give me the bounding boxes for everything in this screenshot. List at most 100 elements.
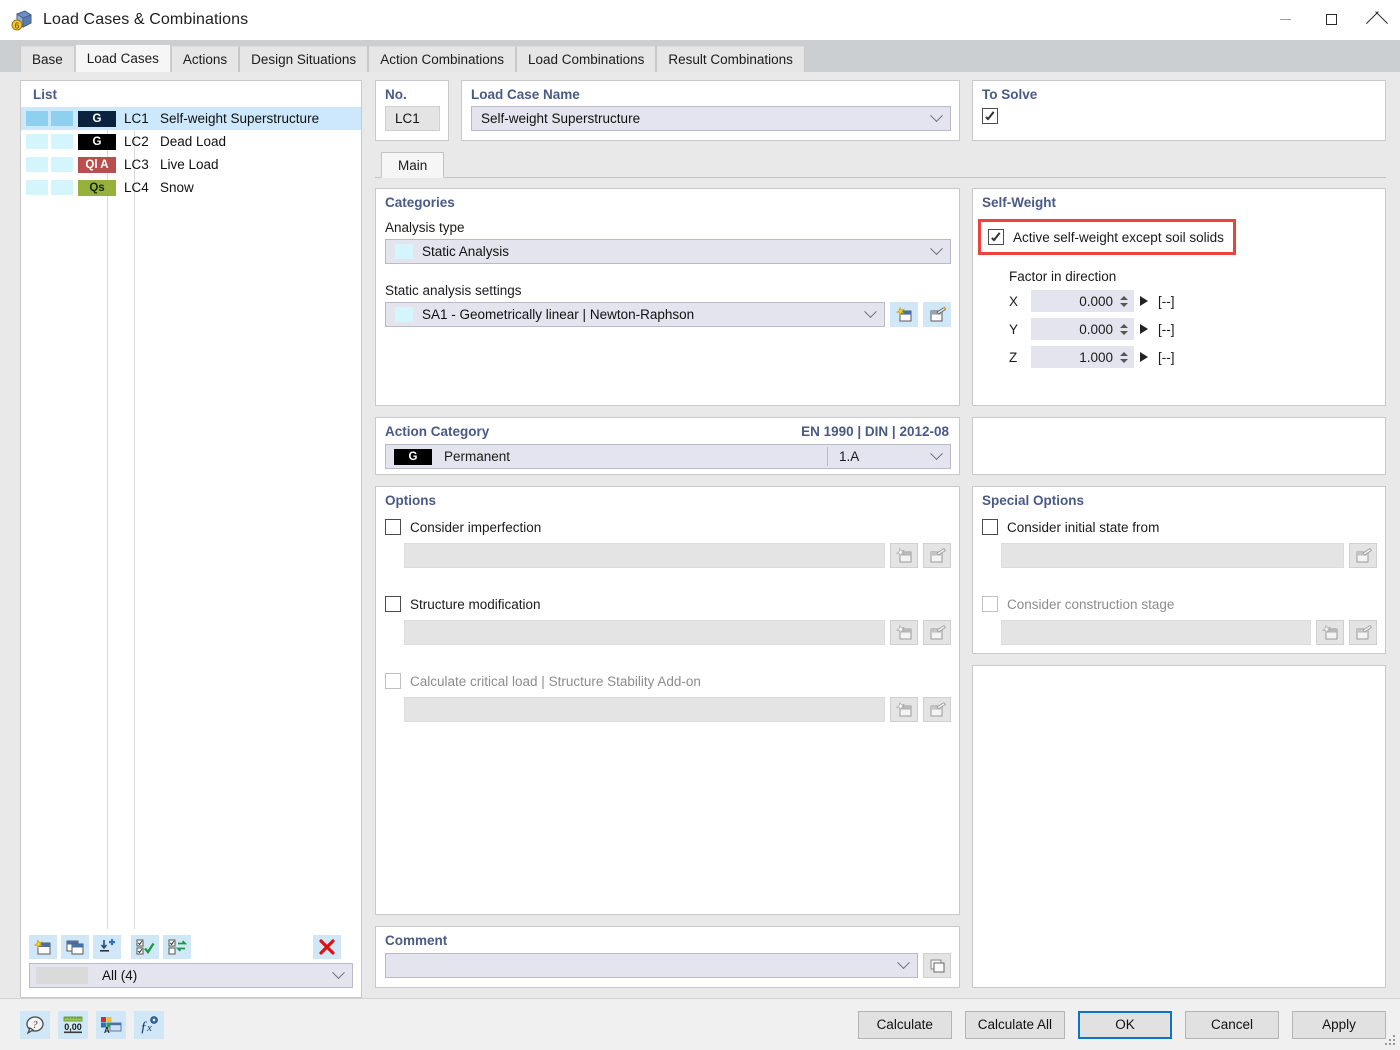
structure-modification-edit-button[interactable]	[923, 620, 951, 645]
initial-state-field[interactable]	[1001, 543, 1344, 568]
factor-z-play-icon[interactable]	[1140, 352, 1148, 362]
check-icon	[985, 111, 996, 122]
tab-design-situations[interactable]: Design Situations	[239, 46, 369, 72]
new-load-case-button[interactable]	[29, 935, 57, 959]
main-tab-strip: Base Load Cases Actions Design Situation…	[0, 40, 1400, 72]
comment-copy-button[interactable]	[923, 953, 951, 978]
structure-modification-checkbox[interactable]	[385, 596, 401, 612]
stepper-arrows-icon[interactable]	[1120, 295, 1128, 307]
factor-y-play-icon[interactable]	[1140, 324, 1148, 334]
new-settings-button[interactable]	[890, 302, 918, 327]
tab-base[interactable]: Base	[20, 46, 75, 72]
imperfection-field[interactable]	[404, 543, 885, 568]
formula-button[interactable]: ƒ x	[134, 1010, 164, 1039]
apply-button[interactable]: Apply	[1292, 1010, 1386, 1039]
row-name: Live Load	[160, 157, 219, 172]
consider-imperfection-row: Consider imperfection	[376, 508, 959, 535]
action-category-code: 1.A	[839, 449, 860, 464]
insert-load-case-button[interactable]	[93, 935, 121, 959]
comment-input[interactable]	[385, 953, 918, 978]
calculate-button[interactable]: Calculate	[857, 1010, 952, 1039]
calculate-all-button[interactable]: Calculate All	[964, 1010, 1065, 1039]
imperfection-new-button[interactable]	[890, 543, 918, 568]
action-badge: G	[78, 133, 116, 150]
factor-y-stepper[interactable]: 0.000	[1031, 318, 1134, 340]
resize-grip[interactable]	[1385, 1035, 1397, 1047]
factor-z-stepper[interactable]: 1.000	[1031, 346, 1134, 368]
table-row[interactable]: G LC2 Dead Load	[21, 130, 361, 153]
tab-load-cases[interactable]: Load Cases	[74, 44, 171, 72]
ok-button[interactable]: OK	[1078, 1010, 1172, 1039]
delete-load-case-button[interactable]	[313, 935, 341, 959]
display-properties-button[interactable]: A	[96, 1010, 126, 1039]
new-icon	[895, 547, 911, 563]
analysis-type-value: Static Analysis	[422, 244, 510, 259]
copy-load-case-button[interactable]	[61, 935, 89, 959]
structure-modification-field-row	[404, 620, 951, 645]
analysis-type-combo[interactable]: Static Analysis	[385, 239, 951, 264]
stepper-arrows-icon[interactable]	[1120, 351, 1128, 363]
chevron-down-icon	[930, 447, 943, 461]
color-palette-icon: A	[101, 1016, 122, 1035]
comment-row	[385, 953, 951, 978]
structure-modification-field[interactable]	[404, 620, 885, 645]
static-analysis-settings-label: Static analysis settings	[385, 283, 522, 298]
to-solve-checkbox[interactable]	[982, 108, 998, 124]
list-title: List	[33, 87, 58, 102]
factor-axis-y: Y	[1009, 321, 1019, 337]
tab-action-combinations[interactable]: Action Combinations	[368, 46, 517, 72]
initial-state-edit-button[interactable]	[1349, 543, 1377, 568]
construction-stage-field	[1001, 620, 1311, 645]
active-self-weight-checkbox[interactable]	[988, 229, 1004, 245]
chevron-down-icon	[930, 109, 943, 123]
list-filter-combo[interactable]: All (4)	[29, 963, 353, 988]
analysis-type-label: Analysis type	[385, 220, 465, 235]
units-button[interactable]: 0,00	[58, 1010, 88, 1039]
tab-result-combinations[interactable]: Result Combinations	[656, 46, 805, 72]
consider-initial-state-checkbox[interactable]	[982, 519, 998, 535]
special-options-title: Special Options	[982, 493, 1085, 508]
critical-load-field-row	[404, 697, 951, 722]
insert-down-icon	[100, 939, 115, 952]
structure-modification-row: Structure modification	[376, 577, 959, 612]
static-analysis-settings-combo[interactable]: SA1 - Geometrically linear | Newton-Raph…	[385, 302, 885, 327]
svg-text:x: x	[146, 1022, 152, 1034]
cancel-button[interactable]: Cancel	[1185, 1010, 1279, 1039]
row-number: LC2	[124, 134, 149, 149]
row-swatch-b	[51, 111, 73, 126]
imperfection-edit-button[interactable]	[923, 543, 951, 568]
factor-x-unit: [--]	[1158, 293, 1175, 309]
table-row[interactable]: G LC1 Self-weight Superstructure	[21, 107, 361, 130]
stepper-arrows-icon[interactable]	[1120, 323, 1128, 335]
structure-modification-new-button[interactable]	[890, 620, 918, 645]
table-row[interactable]: Ql A LC3 Live Load	[21, 153, 361, 176]
main-panel: No. LC1 Load Case Name Self-weight Super…	[375, 80, 1386, 998]
action-category-combo[interactable]: G Permanent 1.A	[385, 444, 951, 469]
invert-selection-button[interactable]	[163, 935, 191, 959]
help-button[interactable]: ?	[20, 1010, 50, 1039]
table-row[interactable]: Qs LC4 Snow	[21, 176, 361, 199]
row-swatch-b	[51, 134, 73, 149]
factor-in-direction-label: Factor in direction	[1009, 269, 1117, 284]
factor-z-unit: [--]	[1158, 349, 1175, 365]
minimize-button[interactable]	[1262, 0, 1308, 40]
tab-actions[interactable]: Actions	[170, 46, 240, 72]
new-icon	[895, 624, 911, 640]
inner-tab-strip: Main	[375, 151, 1386, 178]
check-icon	[991, 232, 1002, 243]
close-button[interactable]	[1354, 0, 1400, 40]
tab-main[interactable]: Main	[381, 152, 445, 178]
select-all-button[interactable]	[131, 935, 159, 959]
maximize-button[interactable]	[1308, 0, 1354, 40]
tab-load-combinations[interactable]: Load Combinations	[516, 46, 657, 72]
action-badge: Qs	[78, 179, 116, 196]
consider-imperfection-checkbox[interactable]	[385, 519, 401, 535]
load-case-name-input[interactable]: Self-weight Superstructure	[471, 106, 951, 131]
edit-icon	[1356, 624, 1372, 640]
delete-x-icon	[319, 939, 335, 955]
factor-x-play-icon[interactable]	[1140, 296, 1148, 306]
edit-settings-button[interactable]	[923, 302, 951, 327]
factor-x-stepper[interactable]: 0.000	[1031, 290, 1134, 312]
construction-stage-row: Consider construction stage	[973, 577, 1385, 612]
right-spacer-section	[972, 417, 1386, 475]
